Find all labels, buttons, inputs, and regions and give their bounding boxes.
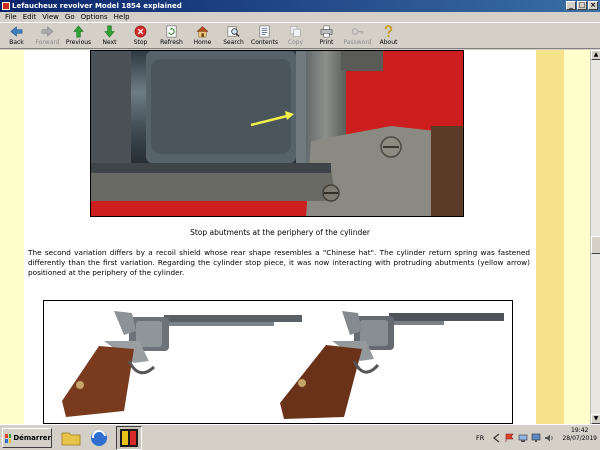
back-arrow-icon: [10, 26, 23, 37]
back-button[interactable]: Back: [1, 23, 32, 49]
next-button[interactable]: Next: [94, 23, 125, 49]
scroll-up-arrow-icon[interactable]: ▲: [591, 50, 600, 60]
explorer-quicklaunch[interactable]: [60, 427, 82, 449]
clock-time: 19:42: [571, 427, 589, 434]
menu-options[interactable]: Options: [78, 13, 111, 21]
stop-button[interactable]: Stop: [125, 23, 156, 49]
revolvers-photo: [43, 300, 513, 424]
content-area: Stop abutments at the periphery of the c…: [0, 50, 590, 424]
right-margin: [564, 50, 590, 424]
key-icon: [351, 28, 364, 35]
monitor-icon[interactable]: [531, 433, 541, 443]
photo-caption: Stop abutments at the periphery of the c…: [190, 228, 370, 237]
scroll-down-arrow-icon[interactable]: ▼: [591, 414, 600, 424]
search-icon: [227, 26, 240, 38]
print-button[interactable]: Print: [311, 23, 342, 49]
menu-view[interactable]: View: [39, 13, 62, 21]
question-icon: [384, 25, 393, 38]
up-arrow-icon: [73, 25, 84, 38]
refresh-icon: [166, 25, 177, 38]
menu-help[interactable]: Help: [111, 13, 133, 21]
menu-go[interactable]: Go: [62, 13, 78, 21]
window-title: Lefaucheux revolver Model 1854 explained: [12, 2, 182, 10]
right-decorative-band: [536, 50, 564, 424]
title-bar: Lefaucheux revolver Model 1854 explained…: [0, 0, 600, 12]
copy-button[interactable]: Copy: [280, 23, 311, 49]
app-icon: [2, 2, 10, 10]
stop-icon: [134, 25, 147, 38]
refresh-button[interactable]: Refresh: [156, 23, 187, 49]
maximize-button[interactable]: □: [577, 1, 587, 10]
start-button[interactable]: Démarrer: [2, 428, 52, 448]
about-button[interactable]: About: [373, 23, 404, 49]
contents-icon: [259, 25, 270, 38]
language-indicator[interactable]: FR: [476, 434, 484, 442]
menu-bar: File Edit View Go Options Help: [0, 12, 600, 23]
windows-flag-icon: [5, 433, 12, 443]
home-icon: [196, 26, 209, 38]
folder-icon: [61, 432, 81, 446]
page: Stop abutments at the periphery of the c…: [24, 50, 536, 424]
flag-tray-icon[interactable]: [505, 433, 515, 443]
forward-arrow-icon: [41, 26, 54, 37]
menu-file[interactable]: File: [2, 13, 20, 21]
app-task-icon: [120, 429, 138, 447]
minimize-button[interactable]: _: [566, 1, 576, 10]
printer-icon: [320, 25, 333, 38]
vertical-scrollbar[interactable]: ▲ ▼: [590, 50, 600, 424]
clock[interactable]: 19:42 28/07/2019: [562, 427, 597, 443]
search-button[interactable]: Search: [218, 23, 249, 49]
close-button[interactable]: ×: [588, 1, 598, 10]
globe-icon: [91, 429, 107, 446]
down-arrow-icon: [104, 25, 115, 38]
previous-button[interactable]: Previous: [63, 23, 94, 49]
toolbar: Back Forward Previous Next Stop Refresh …: [0, 23, 600, 49]
forward-button[interactable]: Forward: [32, 23, 63, 49]
app-window: Lefaucheux revolver Model 1854 explained…: [0, 0, 600, 450]
scroll-thumb[interactable]: [591, 236, 600, 254]
clock-date: 28/07/2019: [562, 435, 597, 442]
home-button[interactable]: Home: [187, 23, 218, 49]
taskbar: Démarrer FR 19:42 28/07/2019: [0, 424, 600, 450]
cylinder-closeup-photo: [90, 50, 464, 217]
speaker-icon[interactable]: [544, 433, 554, 443]
active-app-task[interactable]: [116, 426, 142, 450]
contents-button[interactable]: Contents: [249, 23, 280, 49]
menu-edit[interactable]: Edit: [20, 13, 40, 21]
left-margin: [0, 50, 24, 424]
password-button[interactable]: Password: [342, 23, 373, 49]
description-paragraph: The second variation differs by a recoil…: [28, 248, 530, 277]
network-icon[interactable]: [518, 433, 528, 443]
copy-icon: [290, 26, 301, 37]
browser-quicklaunch[interactable]: [88, 427, 110, 449]
arrow-left-icon[interactable]: [492, 433, 502, 443]
